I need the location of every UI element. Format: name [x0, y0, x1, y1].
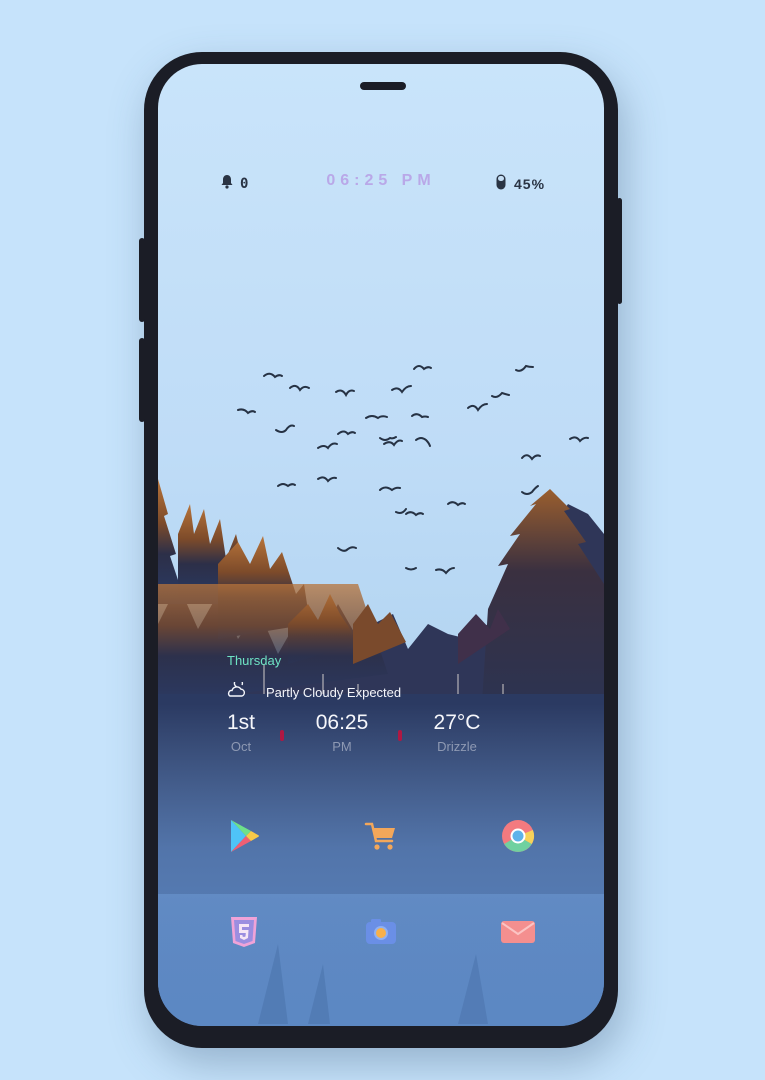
condition-value: Drizzle — [437, 739, 477, 754]
partly-cloudy-icon — [226, 678, 248, 702]
chrome-icon[interactable] — [498, 816, 538, 856]
shopping-cart-icon[interactable] — [361, 816, 401, 856]
day-label: Thursday — [227, 653, 282, 668]
date-stat: 1st Oct — [222, 710, 260, 754]
month-value: Oct — [230, 739, 252, 754]
html5-icon[interactable] — [224, 912, 264, 952]
home-screen: 0 06:25 PM 45% Thursday Partly Cloudy Ex… — [158, 64, 604, 1026]
date-value: 1st — [226, 711, 255, 734]
time-stat: 06:25 PM — [310, 710, 374, 754]
time-value: 06:25 — [315, 711, 369, 734]
volume-up-button — [139, 238, 145, 322]
camera-icon[interactable] — [361, 912, 401, 952]
power-button — [617, 198, 622, 304]
forecast-text: Partly Cloudy Expected — [266, 684, 402, 700]
temperature-stat: 27°C Drizzle — [424, 710, 490, 754]
mail-icon[interactable] — [498, 912, 538, 952]
date-weather-widget: Thursday Partly Cloudy Expected 1st Oct … — [158, 64, 604, 1026]
volume-down-button — [139, 338, 145, 422]
divider-1 — [280, 730, 284, 741]
ampm-value: PM — [332, 739, 352, 754]
divider-2 — [398, 730, 402, 741]
temperature-value: 27°C — [433, 711, 481, 734]
forecast-row: Partly Cloudy Expected — [226, 678, 402, 702]
play-store-icon[interactable] — [224, 816, 264, 856]
